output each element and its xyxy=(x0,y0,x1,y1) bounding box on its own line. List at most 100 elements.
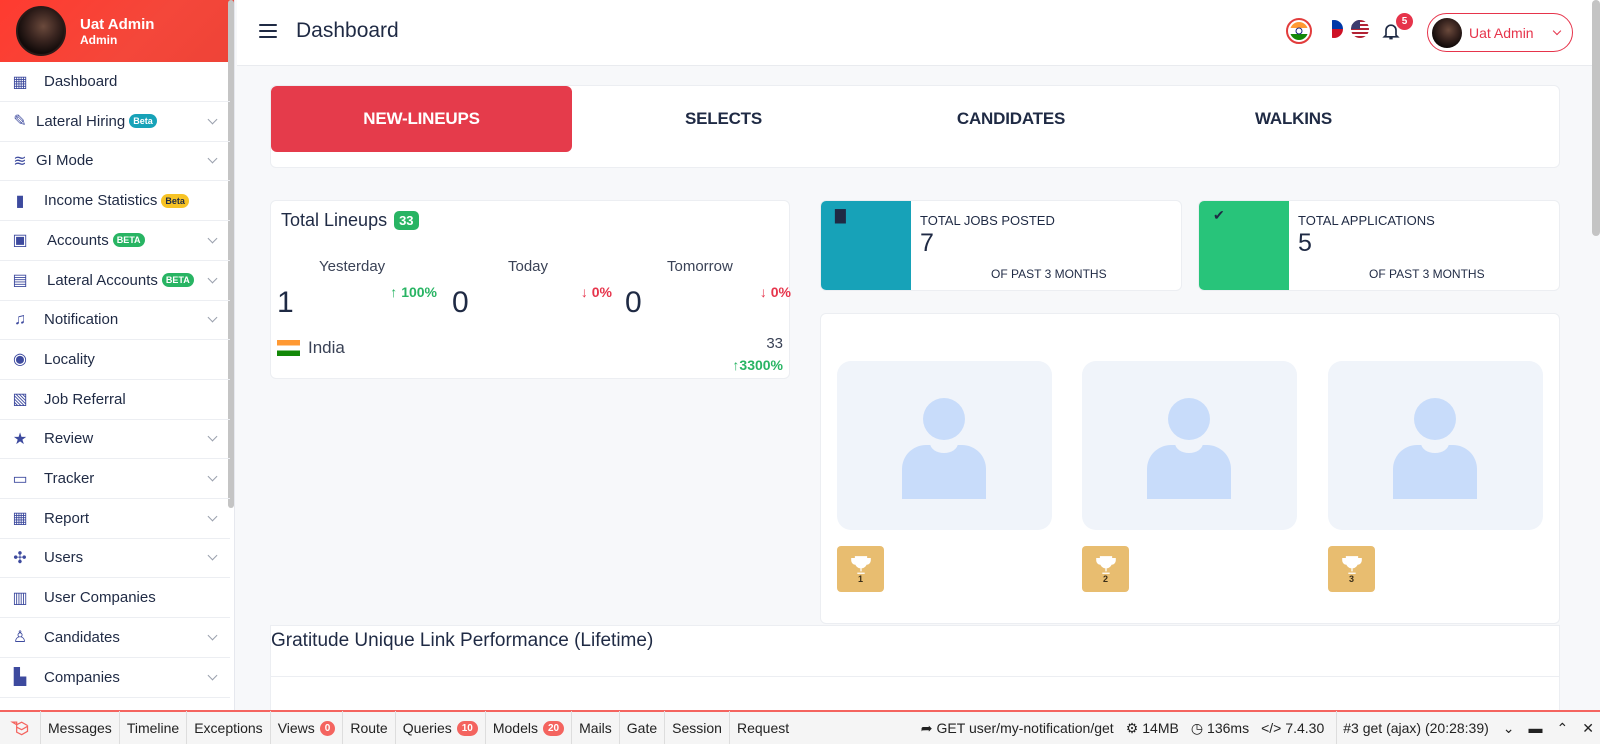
debug-tab-route[interactable]: Route xyxy=(342,711,394,744)
debug-version: </> 7.4.30 xyxy=(1261,720,1325,736)
chevron-down-icon: ⌄ xyxy=(1502,719,1515,736)
tab-candidates[interactable]: CANDIDATES xyxy=(871,86,1151,152)
leaderboard-card: 1 2 3 xyxy=(820,313,1560,624)
debug-tab-count: 0 xyxy=(319,720,336,736)
briefcase-plus-icon: ▧ xyxy=(12,391,28,409)
divider xyxy=(271,676,1559,677)
document-icon: ▇ xyxy=(835,207,846,223)
sidebar-item-dashboard[interactable]: ▦ Dashboard xyxy=(0,62,230,102)
page-scrollbar[interactable] xyxy=(1592,0,1600,236)
dashboard-icon: ▦ xyxy=(12,73,28,91)
stat-value: 7 xyxy=(920,229,934,257)
close-icon[interactable]: ✕ xyxy=(1582,720,1594,737)
sidebar-item-label: Notification xyxy=(44,311,119,329)
debug-tab-label: Views xyxy=(277,720,315,736)
user-menu-button[interactable]: Uat Admin xyxy=(1427,13,1573,52)
bar-chart-icon: ▮ xyxy=(15,192,25,210)
wallet-icon: ▣ xyxy=(12,232,28,250)
debug-tab-queries[interactable]: Queries 10 xyxy=(394,711,485,744)
avatar xyxy=(16,6,66,56)
india-flag-icon[interactable] xyxy=(1286,18,1312,44)
tomorrow-value: 0 xyxy=(625,286,642,319)
sidebar-item-companies[interactable]: ▙ Companies xyxy=(0,658,230,698)
debug-tab-models[interactable]: Models 20 xyxy=(484,711,571,744)
sidebar-item-lateral-accounts[interactable]: ▤ Lateral Accounts BETA xyxy=(0,261,230,301)
sidebar-item-user-companies[interactable]: ▥ User Companies xyxy=(0,578,230,619)
sidebar-item-locality[interactable]: ◉ Locality xyxy=(0,340,230,380)
debug-tab-label: Messages xyxy=(48,720,112,736)
leader-slot-1[interactable] xyxy=(837,361,1052,530)
total-lineups-card: Total Lineups 33 Yesterday 1 ↑ 100% Today… xyxy=(270,200,791,379)
debugbar: Messages Timeline Exceptions Views 0 Route Que… xyxy=(0,710,1600,744)
sidebar-item-users[interactable]: ✣ Users xyxy=(0,538,230,579)
sidebar-item-label: Review xyxy=(44,430,94,448)
debug-tab-views[interactable]: Views 0 xyxy=(269,711,343,744)
us-flag-icon[interactable] xyxy=(1351,20,1369,38)
chevron-down-icon xyxy=(207,114,218,125)
star-icon: ★ xyxy=(12,430,28,448)
sidebar-item-label: Lateral Accounts xyxy=(47,271,158,289)
code-icon: </> xyxy=(1261,720,1282,736)
philippines-flag-icon[interactable] xyxy=(1325,20,1343,38)
sidebar-item-lateral-hiring[interactable]: ✎ Lateral Hiring Beta xyxy=(0,102,230,142)
debug-tab-gate[interactable]: Gate xyxy=(618,711,664,744)
user-placeholder-icon xyxy=(902,398,986,499)
folder-open-icon[interactable]: ▬ xyxy=(1529,720,1543,736)
layout-icon: ▭ xyxy=(12,470,28,488)
sidebar-item-gi-mode[interactable]: ≋ GI Mode xyxy=(0,141,230,182)
leader-slot-3[interactable] xyxy=(1328,361,1543,530)
tab-selects[interactable]: SELECTS xyxy=(601,86,846,152)
stat-card-applications: ✔ TOTAL APPLICATIONS 5 OF PAST 3 MONTHS xyxy=(1198,200,1560,291)
today-value: 0 xyxy=(452,286,469,319)
user-placeholder-icon xyxy=(1147,398,1231,499)
chevron-down-icon xyxy=(207,670,218,680)
sidebar-item-tracker[interactable]: ▭ Tracker xyxy=(0,459,230,499)
leader-slot-2[interactable] xyxy=(1082,361,1297,530)
trophy-icon: 1 xyxy=(837,546,884,592)
sidebar-item-review[interactable]: ★ Review xyxy=(0,419,230,460)
debug-tab-label: Session xyxy=(672,720,722,736)
debug-tab-count: 20 xyxy=(543,720,565,736)
lineups-title: Total Lineups xyxy=(281,210,388,230)
debug-tab-label: Exceptions xyxy=(194,720,263,736)
candidate-icon: ♙ xyxy=(12,629,28,647)
sidebar-item-accounts[interactable]: ▣ Accounts BETA xyxy=(0,221,230,261)
sidebar-item-label: Lateral Hiring xyxy=(36,112,126,130)
debug-tab-session[interactable]: Session xyxy=(664,711,729,744)
trophy-icon: 2 xyxy=(1082,546,1129,592)
debug-request[interactable]: ➦ GET user/my-notification/get xyxy=(915,720,1120,737)
stat-sub: OF PAST 3 MONTHS xyxy=(991,267,1107,281)
chevron-up-icon[interactable]: ⌃ xyxy=(1557,720,1569,737)
stat-color-block: ▇ xyxy=(821,201,911,290)
sidebar-item-notification[interactable]: ♫ Notification xyxy=(0,300,230,341)
sidebar-user-role: Admin xyxy=(80,32,118,47)
india-flag-icon xyxy=(277,340,300,356)
debug-tab-timeline[interactable]: Timeline xyxy=(118,711,186,744)
beta-badge: Beta xyxy=(161,193,189,208)
sidebar: Uat Admin Admin ▦ Dashboard ✎ Lateral Hirin… xyxy=(0,0,235,710)
laravel-logo-icon[interactable] xyxy=(0,718,40,738)
chevron-down-icon xyxy=(207,630,218,641)
stat-card-jobs-posted: ▇ TOTAL JOBS POSTED 7 OF PAST 3 MONTHS xyxy=(820,200,1182,291)
notification-count-badge: 5 xyxy=(1396,13,1413,30)
sidebar-item-job-referral[interactable]: ▧ Job Referral xyxy=(0,380,230,420)
debug-tab-request[interactable]: Request xyxy=(728,711,796,744)
debug-tab-label: Route xyxy=(350,720,388,736)
check-icon: ✔ xyxy=(1213,207,1225,223)
stat-label: TOTAL JOBS POSTED xyxy=(920,213,1055,228)
menu-toggle-icon[interactable] xyxy=(259,24,277,38)
sidebar-item-label: Companies xyxy=(44,668,120,686)
sidebar-profile[interactable]: Uat Admin Admin xyxy=(0,0,234,62)
debug-request-select[interactable]: #3 get (ajax) (20:28:39) ⌄ ▬ ⌃ ✕ xyxy=(1336,711,1600,744)
debug-tab-mails[interactable]: Mails xyxy=(571,711,619,744)
today-label: Today xyxy=(508,258,549,275)
sidebar-item-report[interactable]: ▦ Report xyxy=(0,499,230,539)
tab-new-lineups[interactable]: NEW-LINEUPS xyxy=(271,86,572,152)
tabs-card: NEW-LINEUPS SELECTS CANDIDATES WALKINS xyxy=(270,85,1560,168)
debug-tab-messages[interactable]: Messages xyxy=(40,711,119,744)
sidebar-item-income-statistics[interactable]: ▮ Income Statistics Beta xyxy=(0,181,230,222)
tab-walkins[interactable]: WALKINS xyxy=(1161,86,1426,152)
debug-tab-exceptions[interactable]: Exceptions xyxy=(186,711,269,744)
country-total: 33 xyxy=(766,335,783,352)
sidebar-item-candidates[interactable]: ♙ Candidates xyxy=(0,618,230,658)
